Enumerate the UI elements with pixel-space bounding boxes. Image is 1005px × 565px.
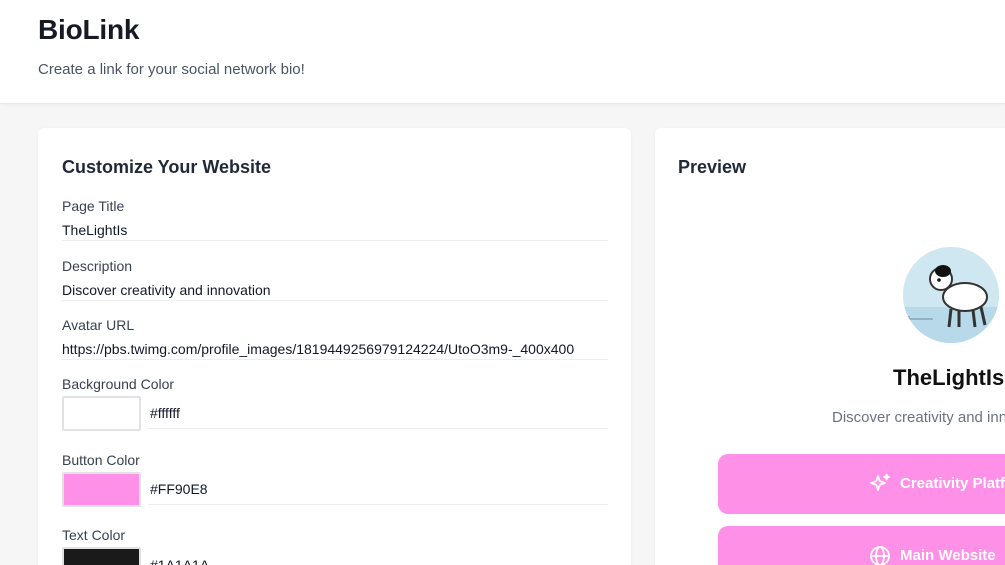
text-color-swatch[interactable] <box>62 547 141 565</box>
creativity-platform-label: Creativity Platform <box>900 475 1005 492</box>
avatar <box>903 247 999 343</box>
page-title-label: Page Title <box>62 198 125 214</box>
main-website-label: Main Website <box>900 547 996 564</box>
description-label: Description <box>62 258 133 274</box>
preview-panel: Preview TheLightIs Discover creativity a… <box>655 128 1005 565</box>
creativity-platform-button[interactable]: Creativity Platform <box>718 454 1005 514</box>
button-color-input[interactable]: #FF90E8 <box>148 473 608 505</box>
description-input[interactable] <box>62 279 608 301</box>
background-color-swatch[interactable] <box>62 396 141 431</box>
background-color-input[interactable]: #ffffff <box>148 397 608 429</box>
globe-icon <box>868 544 892 565</box>
preview-description: Discover creativity and innovation <box>832 409 1005 426</box>
sparkles-icon <box>868 472 892 496</box>
app-title: BioLink <box>38 14 140 45</box>
avatar-url-input[interactable] <box>62 338 608 360</box>
text-color-label: Text Color <box>62 527 126 543</box>
app-subtitle: Create a link for your social network bi… <box>38 61 305 78</box>
background-color-label: Background Color <box>62 376 175 392</box>
avatar-url-label: Avatar URL <box>62 317 135 333</box>
customize-panel: Customize Your Website Page Title Descri… <box>38 128 631 565</box>
app-header: BioLink Create a link for your social ne… <box>0 0 1005 104</box>
button-color-swatch[interactable] <box>62 472 141 507</box>
text-color-input[interactable]: #1A1A1A <box>148 549 608 565</box>
customize-title: Customize Your Website <box>62 157 272 177</box>
button-color-label: Button Color <box>62 452 140 468</box>
page-title-input[interactable] <box>62 219 608 241</box>
preview-title: Preview <box>678 157 747 177</box>
preview-name: TheLightIs <box>893 365 1005 390</box>
main-website-button[interactable]: Main Website <box>718 526 1005 565</box>
